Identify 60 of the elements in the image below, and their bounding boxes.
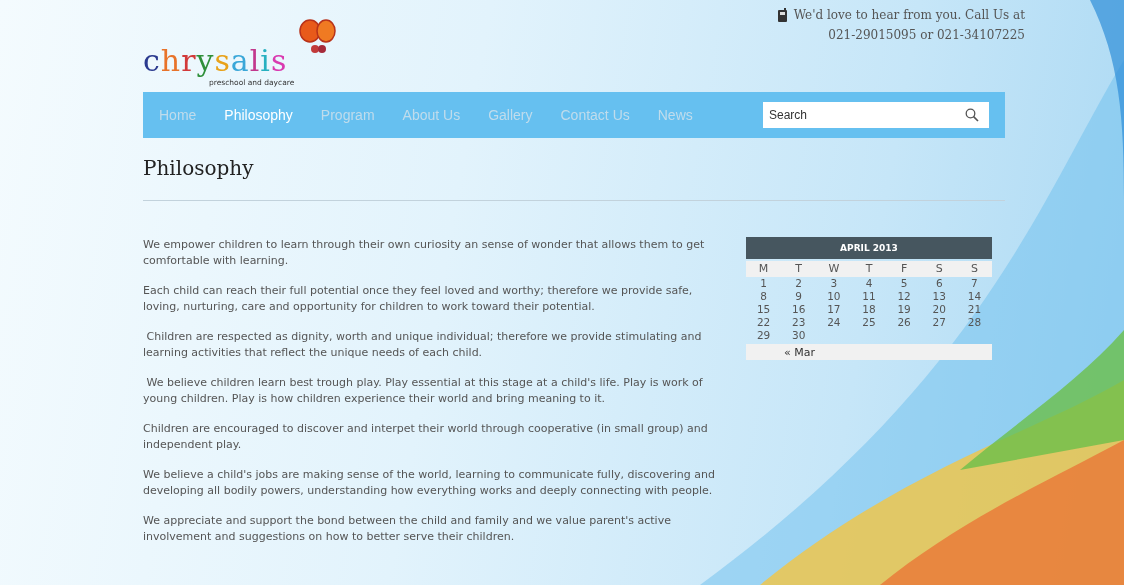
paragraph: We appreciate and support the bond between the child and family and we value parent's active involvement and suggestions on how to better serve their children. — [143, 513, 672, 545]
weekday-label: F — [899, 261, 909, 277]
paragraph: Children are respected as dignity, worth and unique individual; therefore we provide stimulating and learning activities that reflect the unique needs of each child. — [143, 329, 703, 361]
weekday-label: T — [864, 261, 874, 277]
calendar-day: 26 — [886, 316, 922, 329]
calendar-day: 27 — [921, 316, 957, 329]
calendar-day: 14 — [956, 290, 992, 303]
calendar-day: 16 — [781, 303, 817, 316]
calendar-day: 30 — [781, 329, 817, 342]
calendar-day: 24 — [816, 316, 852, 329]
calendar-day: 10 — [816, 290, 852, 303]
weekday-label: M — [757, 261, 770, 277]
calendar-day: 28 — [956, 316, 992, 329]
calendar-day: 4 — [851, 277, 887, 290]
calendar-day: 3 — [816, 277, 852, 290]
phone-icon — [777, 8, 787, 22]
calendar-day: 1 — [746, 277, 782, 290]
calendar-day: 22 — [746, 316, 782, 329]
calendar-day: 18 — [851, 303, 887, 316]
nav-link[interactable]: Gallery — [488, 107, 533, 123]
calendar-day: 25 — [851, 316, 887, 329]
search-icon[interactable] — [965, 108, 979, 122]
weekday-label: S — [934, 261, 944, 277]
calendar-header: APRIL 2013 — [746, 237, 992, 259]
calendar-day: 29 — [746, 329, 782, 342]
weekday-label: T — [794, 261, 804, 277]
contact-text: We'd love to hear from you. Call Us at — [793, 8, 1025, 22]
paragraph: We empower children to learn through their own curiosity an sense of wonder that allows them to get comfortable with learning. — [143, 237, 706, 269]
paragraph: Children are encouraged to discover and interpet their world through cooperative (in small group) and independent play. — [143, 421, 709, 453]
calendar-day: 19 — [886, 303, 922, 316]
calendar-day: 9 — [781, 290, 817, 303]
paragraph: We believe a child's jobs are making sense of the world, learning to communicate fully, discovering and developing all bodily powers, understanding how everything works and deeply connecting with people. — [143, 467, 716, 499]
nav-link[interactable]: Contact Us — [560, 107, 630, 123]
paragraph: We believe children learn best trough play. Play essential at this stage at a child's life. Play is work of young children. Play is how children experience their world and bring meaning to it. — [143, 375, 704, 407]
calendar-day: 15 — [746, 303, 782, 316]
weekday-label: W — [827, 261, 841, 277]
nav-link[interactable]: Home — [159, 107, 197, 123]
calendar-day: 13 — [921, 290, 957, 303]
calendar-day: 8 — [746, 290, 782, 303]
calendar-day: 2 — [781, 277, 817, 290]
calendar-day: 17 — [816, 303, 852, 316]
weekday-label: S — [969, 261, 979, 277]
calendar-day: 12 — [886, 290, 922, 303]
previous-month-link[interactable]: « Mar — [784, 346, 815, 359]
nav-link[interactable]: Philosophy — [224, 107, 293, 123]
calendar-day: 6 — [921, 277, 957, 290]
nav-link[interactable]: Program — [320, 107, 375, 123]
logo-text: chrysalis — [143, 44, 288, 78]
calendar-day: 7 — [956, 277, 992, 290]
calendar-day: 11 — [851, 290, 887, 303]
nav-link[interactable]: News — [657, 107, 693, 123]
calendar-day: 5 — [886, 277, 922, 290]
calendar-day: 23 — [781, 316, 817, 329]
page-title: Philosophy — [143, 156, 255, 180]
calendar-day: 20 — [921, 303, 957, 316]
search-field[interactable]: Search — [763, 102, 989, 128]
paragraph: Each child can reach their full potential once they feel loved and worthy; therefore we provide safe, loving, nurturing, care and opportunity for children to work toward their potential. — [143, 283, 694, 315]
phone-numbers: 021-29015095 or 021-34107225 — [828, 28, 1025, 42]
nav-link[interactable]: About Us — [402, 107, 461, 123]
calendar-day: 21 — [956, 303, 992, 316]
